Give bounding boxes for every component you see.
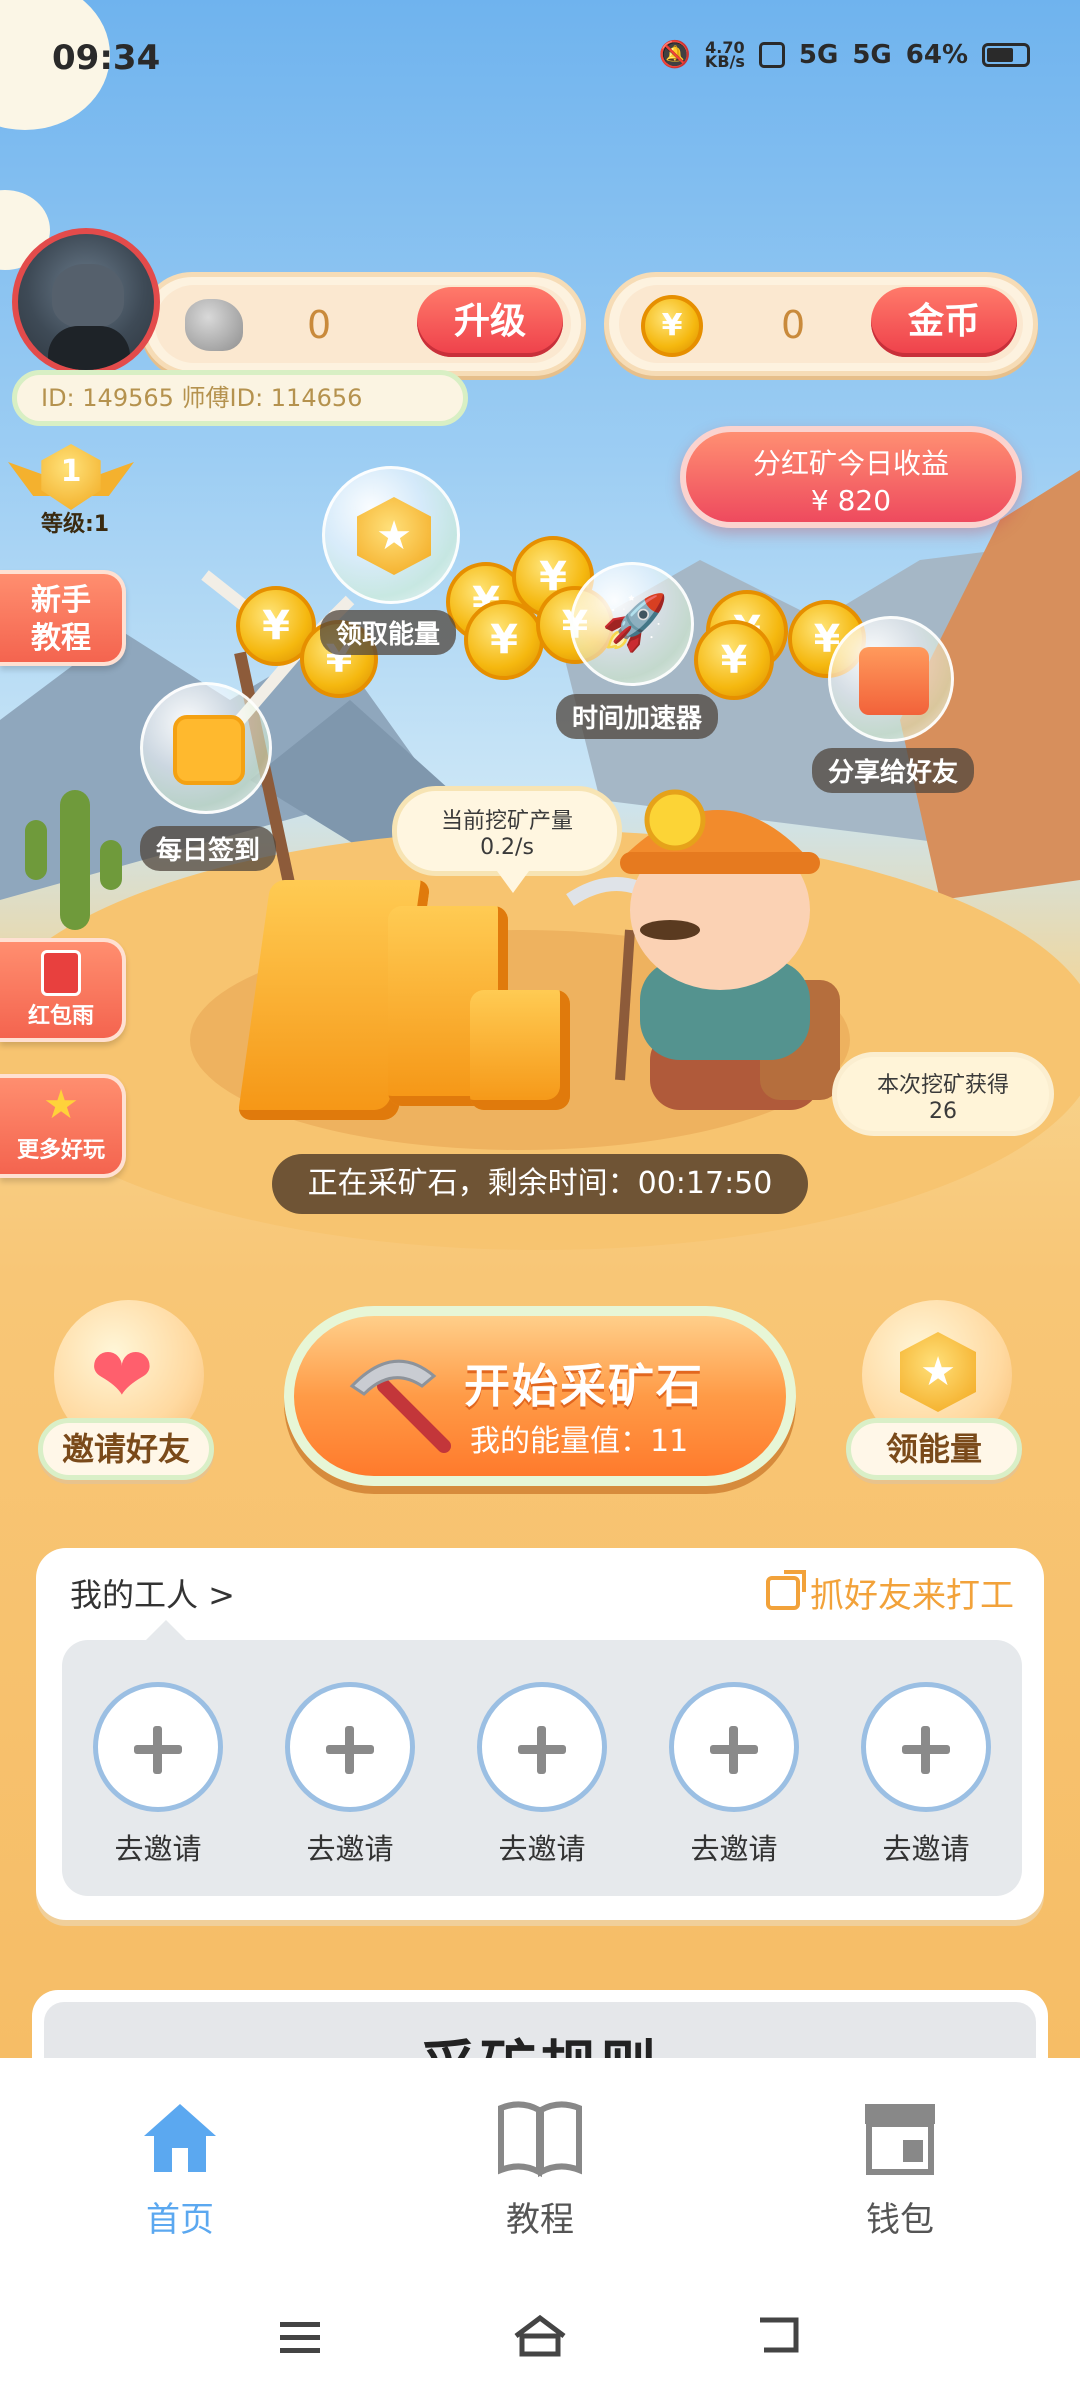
plus-icon	[861, 1682, 991, 1812]
home-system-icon[interactable]	[512, 2314, 568, 2358]
plus-icon	[93, 1682, 223, 1812]
plus-icon	[477, 1682, 607, 1812]
profit-title: 分红矿今日收益	[752, 447, 949, 480]
worker-slot-label: 去邀请	[882, 1832, 970, 1866]
nav-home-label: 首页	[146, 2200, 214, 2240]
share-icon	[766, 1569, 806, 1610]
invite-workers-label: 抓好友来打工	[810, 1576, 1014, 1616]
star-icon: ★	[43, 1082, 79, 1128]
start-mining-button[interactable]: 开始采矿石 我的能量值：11	[284, 1306, 796, 1486]
stone-pill: 0 升级	[140, 272, 586, 376]
level-label: 等级:1	[40, 512, 110, 537]
more-games-label: 更多好玩	[16, 1138, 105, 1163]
mining-rate-bubble: 当前挖矿产量 0.2/s	[392, 786, 622, 893]
checkin-bubble[interactable]	[140, 682, 272, 814]
red-packet-button[interactable]: 红包雨	[0, 938, 126, 1042]
invite-friends-label: 邀请好友	[38, 1418, 214, 1480]
nav-tutorial-label: 教程	[506, 2200, 574, 2240]
nav-home[interactable]: 首页	[80, 2098, 280, 2241]
energy-bubble[interactable]: ★	[322, 466, 460, 604]
upgrade-button[interactable]: 升级	[417, 287, 563, 357]
pickaxe-icon	[349, 1359, 451, 1453]
signal-5g-1: 5G	[798, 40, 839, 70]
share-bubble[interactable]	[828, 616, 954, 742]
worker-slot[interactable]: 去邀请	[472, 1682, 612, 1896]
net-speed: 4.70 KB/s	[704, 40, 745, 71]
plus-icon	[669, 1682, 799, 1812]
invite-friends-button[interactable]: ❤ 邀请好友	[38, 1300, 214, 1480]
level-badge[interactable]: 1 等级:1	[8, 444, 134, 544]
more-games-button[interactable]: ★ 更多好玩	[0, 1074, 126, 1178]
coin-pill: ¥ 0 金币	[604, 272, 1038, 376]
nav-wallet-label: 钱包	[866, 2200, 934, 2240]
accelerator-bubble[interactable]: 🚀	[570, 562, 694, 686]
stone-count: 0	[307, 303, 332, 347]
worker-slot-label: 去邀请	[498, 1832, 586, 1866]
mining-rate-label: 当前挖矿产量	[440, 809, 573, 834]
mining-gain-box: 本次挖矿获得 26	[832, 1052, 1054, 1136]
heart-icon: ❤	[90, 1330, 154, 1419]
profit-banner[interactable]: 分红矿今日收益 ¥ 820	[680, 426, 1022, 528]
calendar-icon	[173, 715, 245, 785]
worker-slot[interactable]: 去邀请	[280, 1682, 420, 1896]
coin-count: 0	[781, 303, 806, 347]
workers-title[interactable]: 我的工人 >	[70, 1570, 235, 1616]
floating-coin[interactable]: ¥	[464, 600, 544, 680]
red-packet-label: 红包雨	[27, 1004, 94, 1029]
worker-slot[interactable]: 去邀请	[856, 1682, 996, 1896]
stone-icon	[185, 299, 243, 351]
worker-slot-label: 去邀请	[306, 1832, 394, 1866]
user-id-bar: ID: 149565 师傅ID: 114656	[12, 370, 468, 426]
battery-percent: 64%	[905, 40, 968, 70]
red-packet-icon	[41, 950, 81, 996]
hexagon-star-icon: ★	[900, 1332, 976, 1412]
nav-wallet[interactable]: 钱包	[800, 2098, 1000, 2241]
mining-timer: 正在采矿石，剩余时间：00:17:50	[272, 1154, 808, 1214]
battery-icon	[982, 43, 1030, 67]
coin-button[interactable]: 金币	[871, 287, 1017, 357]
nav-tutorial[interactable]: 教程	[440, 2098, 640, 2241]
system-nav-bar	[0, 2278, 1080, 2400]
menu-icon[interactable]	[276, 2318, 326, 2358]
get-energy-button[interactable]: ★ 领能量	[846, 1300, 1022, 1480]
worker-slot-label: 去邀请	[690, 1832, 778, 1866]
hd-icon	[758, 42, 785, 68]
invite-workers-link[interactable]: 抓好友来打工	[766, 1568, 1014, 1617]
back-icon[interactable]	[756, 2314, 806, 2358]
worker-slot-label: 去邀请	[114, 1832, 202, 1866]
mining-rate-value: 0.2/s	[480, 835, 534, 860]
net-speed-unit: KB/s	[704, 52, 745, 71]
worker-slot[interactable]: 去邀请	[88, 1682, 228, 1896]
start-mining-title: 开始采矿石	[464, 1359, 704, 1413]
gift-icon	[859, 647, 929, 715]
workers-panel: 我的工人 > 抓好友来打工 去邀请 去邀请 去邀请 去邀请 去邀请	[36, 1548, 1044, 1920]
status-bar: 09:34 🔕 4.70 KB/s 5G 5G 64%	[0, 0, 1080, 110]
worker-slots: 去邀请 去邀请 去邀请 去邀请 去邀请	[62, 1620, 1022, 1896]
book-icon	[498, 2101, 582, 2178]
home-icon	[144, 2104, 216, 2172]
get-energy-label: 领能量	[846, 1418, 1022, 1480]
plus-icon	[285, 1682, 415, 1812]
tutorial-side-button[interactable]: 新手 教程	[0, 570, 126, 666]
signal-5g-2: 5G	[852, 40, 892, 70]
rocket-icon: 🚀	[601, 591, 669, 654]
coin-icon: ¥	[641, 295, 703, 357]
profit-amount: ¥ 820	[810, 484, 892, 517]
accelerator-bubble-label: 时间加速器	[556, 694, 719, 739]
energy-bubble-label: 领取能量	[320, 610, 457, 655]
status-time: 09:34	[52, 38, 161, 78]
energy-value: 我的能量值：11	[470, 1424, 689, 1459]
mute-icon: 🔕	[658, 40, 691, 70]
floating-coin[interactable]: ¥	[694, 620, 774, 700]
avatar[interactable]	[12, 228, 160, 376]
hexagon-star-icon: ★	[357, 497, 431, 575]
checkin-bubble-label: 每日签到	[140, 826, 277, 871]
level-number: 1	[60, 454, 82, 489]
status-icons: 🔕 4.70 KB/s 5G 5G 64%	[659, 40, 1030, 70]
mining-gain-label: 本次挖矿获得	[876, 1073, 1009, 1098]
worker-slot[interactable]: 去邀请	[664, 1682, 804, 1896]
store-icon	[865, 2104, 935, 2175]
ore-rock	[470, 990, 570, 1110]
mining-gain-value: 26	[929, 1099, 957, 1124]
